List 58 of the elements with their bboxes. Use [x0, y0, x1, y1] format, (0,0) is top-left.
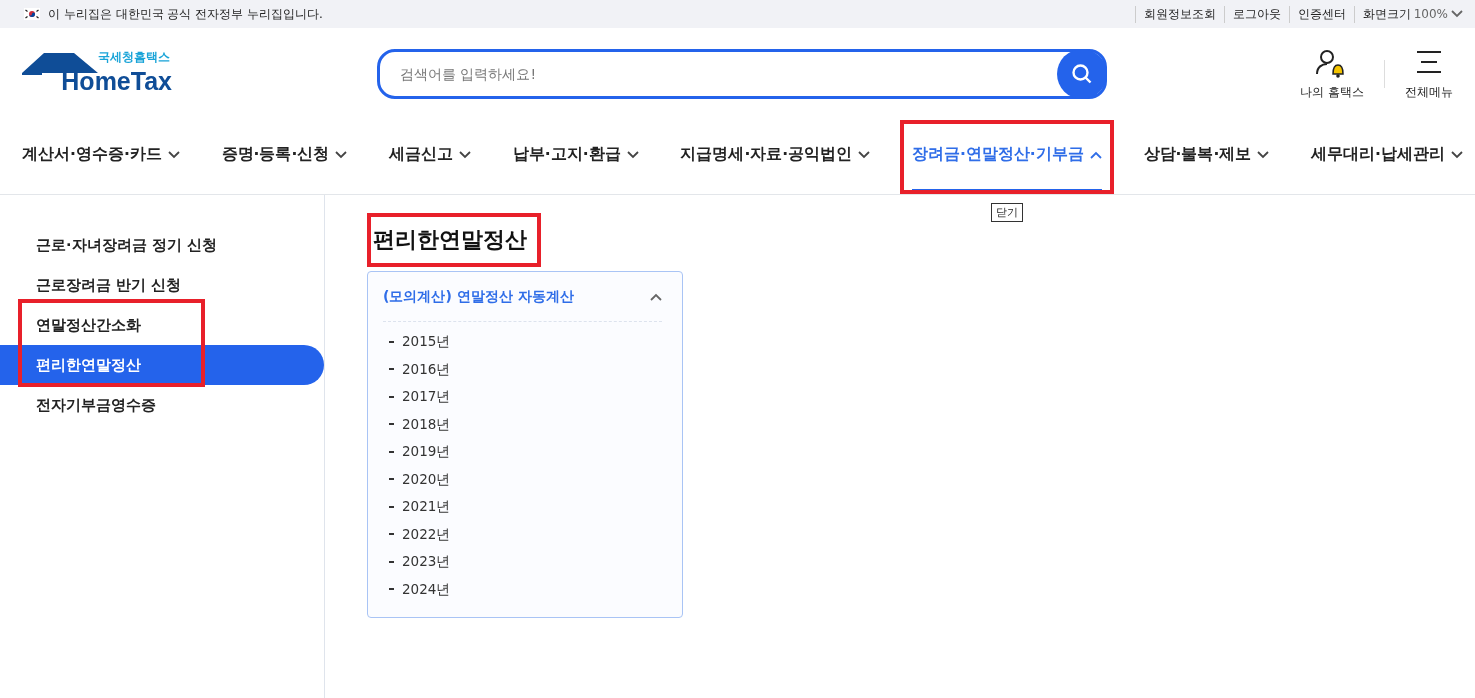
dash-icon	[389, 560, 394, 563]
accordion-header[interactable]: (모의계산) 연말정산 자동계산	[383, 272, 662, 322]
year-link[interactable]: 2019년	[387, 438, 662, 466]
chevron-icon	[167, 150, 180, 159]
chevron-icon	[626, 150, 639, 159]
nav-tab[interactable]: 세무대리·납세관리	[1311, 120, 1463, 192]
search-field[interactable]: 검색어를 입력하세요!	[377, 49, 1107, 99]
chevron-icon	[1451, 10, 1463, 18]
nav-tab[interactable]: 장려금·연말정산·기부금	[911, 120, 1102, 192]
chevron-icon	[858, 150, 871, 159]
chevron-icon	[650, 292, 662, 301]
year-link[interactable]: 2015년	[387, 328, 662, 356]
sidebar-item[interactable]: 전자기부금영수증	[0, 385, 324, 425]
flag-icon	[24, 8, 40, 20]
year-link[interactable]: 2021년	[387, 493, 662, 521]
nav-tab[interactable]: 납부·고지·환급	[512, 120, 639, 192]
chevron-icon	[1450, 150, 1463, 159]
year-link[interactable]: 2024년	[387, 575, 662, 603]
dash-icon	[389, 478, 394, 481]
dash-icon	[389, 368, 394, 371]
logo[interactable]: 국세청홈택스 HomeTax	[22, 49, 172, 99]
year-link[interactable]: 2018년	[387, 410, 662, 438]
year-link[interactable]: 2022년	[387, 520, 662, 548]
search-button[interactable]	[1057, 49, 1107, 99]
search-icon	[1071, 63, 1093, 85]
dash-icon	[389, 423, 394, 426]
dash-icon	[389, 588, 394, 591]
sidebar-item[interactable]: 편리한연말정산	[0, 345, 324, 385]
top-link[interactable]: 회원정보조회	[1134, 5, 1224, 23]
year-link[interactable]: 2023년	[387, 548, 662, 576]
dash-icon	[389, 450, 394, 453]
tooltip: 닫기	[990, 203, 1023, 222]
my-hometax-button[interactable]: 나의 홈택스	[1292, 47, 1372, 101]
chevron-icon	[335, 150, 348, 159]
dash-icon	[389, 533, 394, 536]
year-link[interactable]: 2016년	[387, 355, 662, 383]
top-link[interactable]: 인증센터	[1288, 5, 1354, 23]
nav-tab[interactable]: 상담·불복·제보	[1143, 120, 1270, 192]
sidebar-item[interactable]: 연말정산간소화	[0, 305, 324, 345]
notice-text: 이 누리집은 대한민국 공식 전자정부 누리집입니다.	[48, 5, 324, 23]
dash-icon	[389, 395, 394, 398]
nav-tab[interactable]: 증명·등록·신청	[221, 120, 348, 192]
sidebar-item[interactable]: 근로·자녀장려금 정기 신청	[0, 225, 324, 265]
zoom-control[interactable]: 화면크기 100%	[1353, 5, 1463, 23]
menu-button[interactable]: 전체메뉴	[1397, 47, 1461, 101]
chevron-icon	[459, 150, 472, 159]
page-title: 편리한연말정산	[367, 213, 541, 267]
top-link[interactable]: 로그아웃	[1223, 5, 1289, 23]
dash-icon	[389, 340, 394, 343]
year-link[interactable]: 2020년	[387, 465, 662, 493]
nav-tab[interactable]: 세금신고	[389, 120, 472, 192]
nav-tab[interactable]: 지급명세·자료·공익법인	[680, 120, 871, 192]
dash-icon	[389, 505, 394, 508]
chevron-icon	[1089, 150, 1102, 159]
year-link[interactable]: 2017년	[387, 383, 662, 411]
sidebar-item[interactable]: 근로장려금 반기 신청	[0, 265, 324, 305]
chevron-icon	[1257, 150, 1270, 159]
nav-tab[interactable]: 계산서·영수증·카드	[22, 120, 180, 192]
